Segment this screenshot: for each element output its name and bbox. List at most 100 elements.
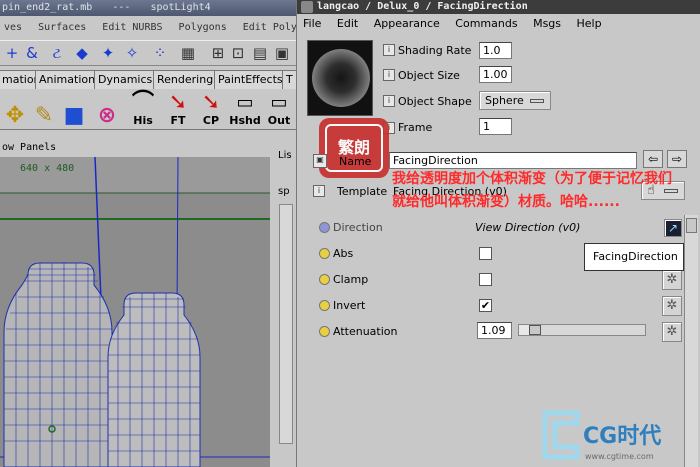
menu-polygons[interactable]: Polygons [179,22,227,33]
menu-commands[interactable]: Commands [455,17,517,30]
menu-edit-nurbs[interactable]: Edit NURBS [102,22,162,33]
select-component-icon[interactable]: ◆ [72,43,92,63]
freeze-transform-label: FT [170,114,186,127]
center-pivot-button[interactable]: ➘ CP [196,92,226,128]
map-arrow-icon[interactable]: ↗ [664,219,682,237]
object-shape-dropdown[interactable]: Sphere [479,91,551,110]
clamp-checkbox[interactable] [479,273,492,286]
shelf-tab-rendering[interactable]: Rendering [153,70,218,89]
name-icon[interactable]: ▣ [313,154,327,168]
menu-appearance[interactable]: Appearance [374,17,440,30]
panel-menu-bar[interactable]: ow Panels [0,140,280,156]
cube-icon[interactable]: ■ [60,92,88,128]
attenuation-field[interactable]: 1.09 [477,322,512,339]
connect-nodes-icon[interactable]: ⊗ [92,92,122,128]
maya-menu-bar: ves Surfaces Edit NURBS Polygons Edit Po… [0,16,296,40]
checkmark-icon: ✔ [480,299,491,312]
outliner-icon: ▭ [270,92,288,113]
abs-checkbox[interactable] [479,247,492,260]
name-field[interactable]: FacingDirection [389,152,637,169]
watermark-url: www.cgtime.com [585,452,654,461]
gear-icon[interactable]: ✲ [662,296,682,316]
select-object-icon[interactable]: ટ [47,43,67,63]
move-tool-icon[interactable]: ✥ [2,92,28,128]
center-pivot-label: CP [202,114,220,127]
render-icon[interactable]: ▣ [272,43,292,63]
attenuation-port-icon[interactable] [319,326,330,337]
select-hierarchy-icon[interactable]: & [22,43,42,63]
history-icon: ⌒ [131,90,154,115]
viewport-3d[interactable]: 640 x 480 [0,157,270,467]
direction-label: Direction [333,221,383,234]
shelf-tab-painteffects[interactable]: PaintEffects [214,70,287,89]
hypershade-icon: ▭ [236,92,254,113]
shelf-tabs: mation Animation Dynamics Rendering Pain… [0,68,296,90]
outliner-item-spotlight[interactable]: sp [278,186,290,197]
menu-edit[interactable]: Edit [337,17,358,30]
slider-handle[interactable] [529,325,541,335]
menu-edit-polygons[interactable]: Edit Polygon [243,22,296,33]
info-icon[interactable]: i [313,185,325,197]
seal-stamp-text: 繁朗 [337,138,370,157]
pick-mask-icon[interactable]: ✦ [98,43,118,63]
sculpt-tool-icon[interactable]: ✎ [30,92,58,128]
menu-curves[interactable]: ves [4,22,22,33]
outliner-button[interactable]: ▭ Out [264,92,294,128]
center-pivot-icon: ➘ [201,90,221,115]
invert-port-icon[interactable] [319,300,330,311]
invert-checkbox[interactable]: ✔ [479,299,492,312]
info-icon[interactable]: i [383,95,395,107]
window-icon [301,1,313,13]
frame-field[interactable]: 1 [479,118,512,135]
scene-file-name: pin_end2_rat.mb [2,2,93,13]
attribute-editor-window: langcao / Delux_0 / FacingDirection File… [296,0,700,467]
object-size-field[interactable]: 1.00 [479,66,512,83]
material-preview-swatch[interactable] [307,40,373,116]
abs-port-icon[interactable] [319,248,330,259]
info-icon[interactable]: i [383,69,395,81]
screen: pin_end2_rat.mb --- spotLight4 ves Surfa… [0,0,700,467]
shelf: ✥ ✎ ■ ⊗ ⌒ His ➘ FT ➘ CP ▭ Hshd ▭ Out [0,90,296,130]
snap-point-icon[interactable]: ⊡ [228,43,248,63]
title-separator: --- [112,2,131,13]
invert-label: Invert [333,299,366,312]
go-back-icon[interactable]: ⇦ [643,150,663,168]
preview-sphere [312,49,370,107]
highlight-selection-icon[interactable]: ⁘ [150,43,170,63]
attenuation-slider[interactable] [518,324,646,336]
snap-curve-icon[interactable]: ⊞ [208,43,228,63]
shading-rate-label: Shading Rate [398,44,472,57]
maya-main-window: pin_end2_rat.mb --- spotLight4 ves Surfa… [0,0,296,467]
menu-surfaces[interactable]: Surfaces [38,22,86,33]
menu-msgs[interactable]: Msgs [533,17,561,30]
clamp-label: Clamp [333,273,369,286]
clamp-port-icon[interactable] [319,274,330,285]
shading-rate-field[interactable]: 1.0 [479,42,512,59]
direction-port-icon[interactable] [319,222,330,233]
go-forward-icon[interactable]: ⇨ [667,150,687,168]
outliner-scrollbar[interactable] [279,204,293,444]
status-line-toolbar: + & ટ ◆ ✦ ✧ ⁘ ▦ ⊞ ⊡ ▤ ▣ [0,40,296,66]
shelf-tab-more[interactable]: T [282,70,296,89]
seal-stamp: 繁朗 [319,118,389,178]
object-shape-label: Object Shape [398,95,472,108]
shelf-tab-animation[interactable]: Animation [35,70,100,89]
menu-file[interactable]: File [303,17,321,30]
info-icon[interactable]: i [383,44,395,56]
freeze-transform-icon: ➘ [168,90,188,115]
maya-title-bar: pin_end2_rat.mb --- spotLight4 [0,0,296,16]
outliner-side-panel: Lis sp [276,148,296,467]
gear-icon[interactable]: ✲ [662,270,682,290]
freeze-transform-button[interactable]: ➘ FT [163,92,193,128]
hypershade-button[interactable]: ▭ Hshd [229,92,260,128]
gear-icon[interactable]: ✲ [662,322,682,342]
menu-help[interactable]: Help [577,17,602,30]
delete-history-button[interactable]: ⌒ His [128,92,158,128]
scroll-up-arrow-icon[interactable] [686,218,697,233]
add-icon[interactable]: + [2,43,22,63]
shelf-tab-dynamics[interactable]: Dynamics [94,70,157,89]
dropdown-bar-icon [530,99,544,103]
snap-view-icon[interactable]: ▤ [250,43,270,63]
snap-grid-icon[interactable]: ▦ [178,43,198,63]
lock-selection-icon[interactable]: ✧ [122,43,142,63]
